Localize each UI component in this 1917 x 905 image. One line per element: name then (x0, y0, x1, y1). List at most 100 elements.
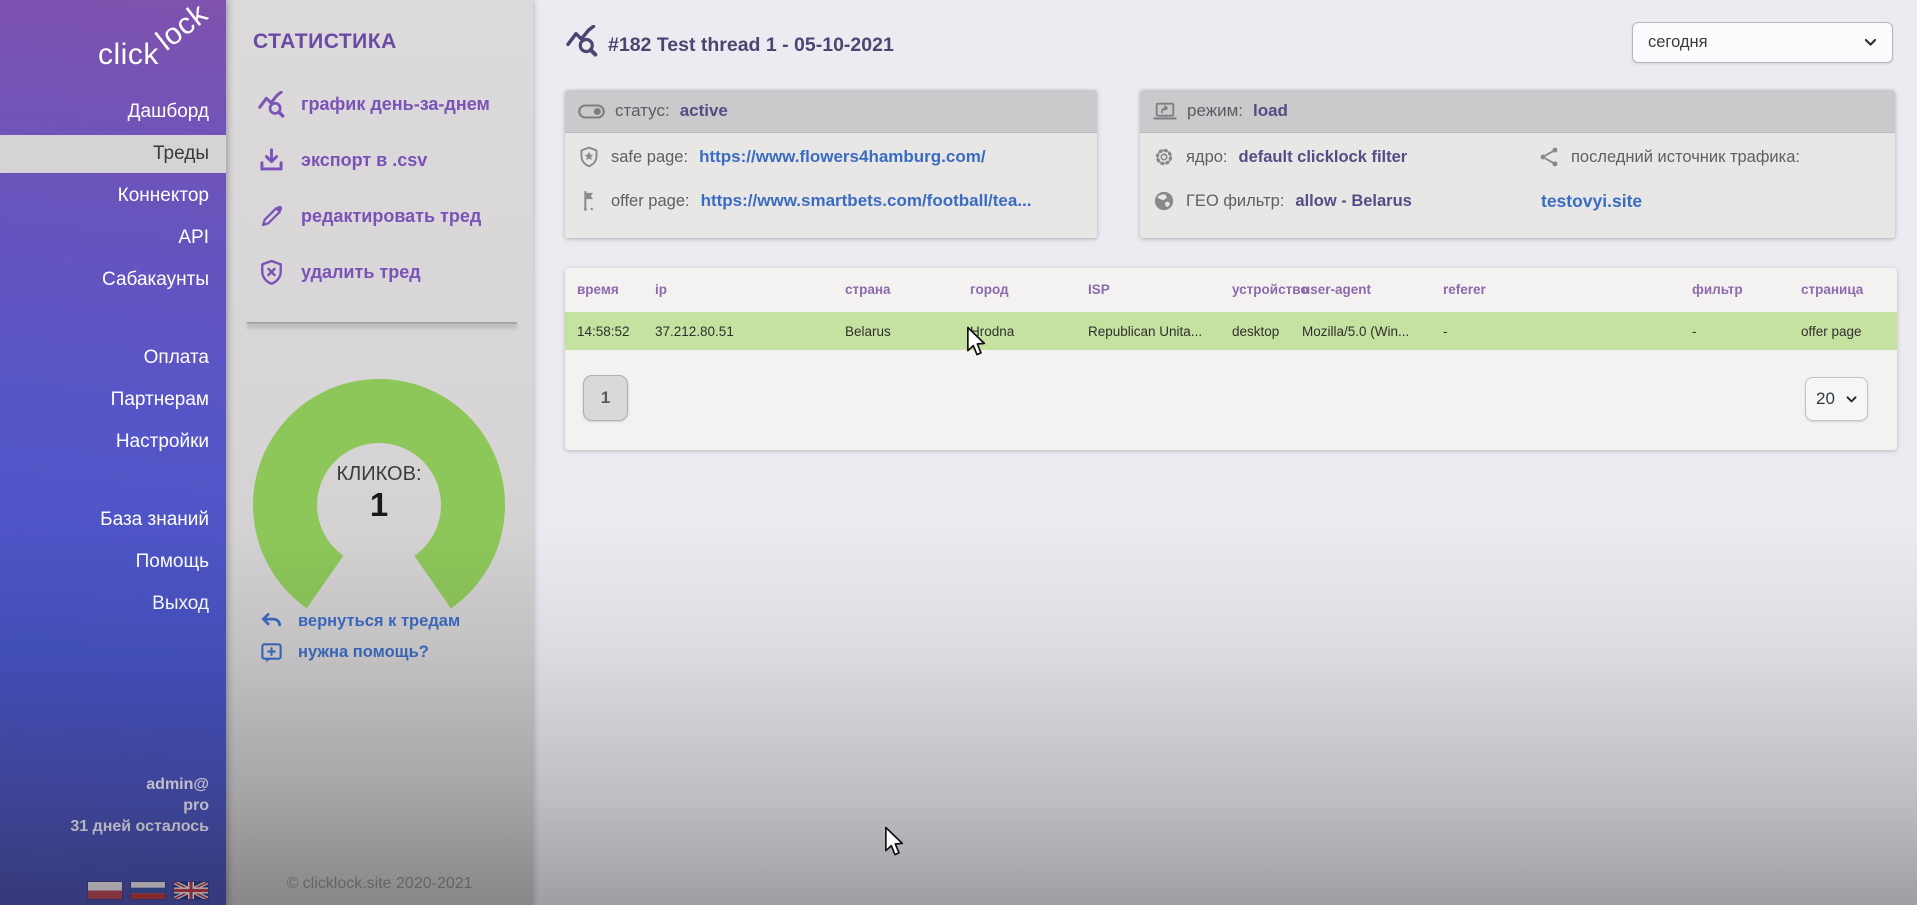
globe-icon (1153, 190, 1175, 212)
account-plan: pro (70, 795, 209, 816)
table-row[interactable]: 14:58:52 37.212.80.51 Belarus Hrodna Rep… (565, 312, 1897, 350)
status-row-link[interactable]: https://www.smartbets.com/football/tea..… (701, 191, 1032, 211)
table-column-header: город (970, 282, 1088, 297)
toggle-icon (578, 104, 605, 119)
sidebar-item[interactable]: Оплата (0, 337, 226, 379)
language-flag[interactable] (174, 882, 208, 899)
page-size-value: 20 (1816, 389, 1835, 409)
status-row-label: safe page: (611, 148, 688, 167)
traffic-source-row: последний источник трафика: (1538, 135, 1800, 179)
table-cell: Belarus (845, 324, 970, 339)
pagination-page-button[interactable]: 1 (583, 375, 628, 421)
traffic-source-link[interactable]: testovyi.site (1541, 191, 1642, 212)
clicks-gauge: КЛИКОВ: 1 (249, 375, 509, 635)
statistics-title: СТАТИСТИКА (253, 30, 397, 54)
mode-row-label: ГЕО фильтр: (1186, 192, 1284, 211)
mode-row-value: default clicklock filter (1239, 148, 1408, 167)
statistics-menu-item[interactable]: экспорт в .csv (258, 145, 490, 175)
sidebar-item[interactable]: Партнерам (0, 379, 226, 421)
date-range-value: сегодня (1648, 33, 1708, 52)
logo-text-click: click (98, 38, 159, 72)
statistics-link-label: нужна помощь? (298, 643, 429, 662)
statistics-menu-item[interactable]: график день-за-днем (258, 89, 490, 119)
date-range-select[interactable]: сегодня (1632, 22, 1893, 63)
table-cell: Republican Unita... (1088, 324, 1232, 339)
table-column-header: время (577, 282, 655, 297)
statistics-menu-item[interactable]: удалить тред (258, 257, 490, 287)
sidebar: click lock Дашборд Треды Коннектор API (0, 0, 226, 905)
mode-row-value: allow - Belarus (1295, 192, 1411, 211)
laptop-share-icon (1153, 101, 1177, 122)
language-flag[interactable] (131, 882, 165, 899)
sidebar-item[interactable]: Выход (0, 583, 226, 625)
sidebar-item-label: Дашборд (128, 101, 209, 122)
help-plus-icon (260, 641, 283, 664)
chart-zoom-icon (564, 25, 600, 57)
page-size-select[interactable]: 20 (1805, 377, 1868, 421)
table-column-header: страница (1801, 282, 1897, 297)
mode-value: load (1253, 101, 1288, 121)
gauge-text: КЛИКОВ: 1 (249, 461, 509, 523)
sidebar-item-label: API (178, 227, 209, 248)
table-column-header: ISP (1088, 282, 1232, 297)
sidebar-item-label: Оплата (144, 347, 209, 368)
gear-icon (1153, 146, 1175, 168)
statistics-menu-item[interactable]: редактировать тред (258, 201, 490, 231)
account-days-left: 31 дней осталось (70, 816, 209, 837)
sidebar-item[interactable]: Треды (0, 135, 226, 173)
gauge-label: КЛИКОВ: (249, 461, 509, 487)
table-cell: offer page (1801, 324, 1897, 339)
status-panel-header: статус: active (565, 90, 1097, 133)
chevron-down-icon (1862, 34, 1879, 51)
table-cell: Hrodna (970, 324, 1088, 339)
traffic-source-link-row: testovyi.site (1538, 179, 1800, 223)
language-switcher (88, 882, 208, 899)
status-panel-body: safe page: https://www.flowers4hamburg.c… (565, 133, 1097, 223)
statistics-menu-item-label: график день-за-днем (301, 94, 490, 115)
statistics-link-label: вернуться к тредам (298, 612, 460, 631)
cursor-icon (884, 826, 906, 858)
mode-panel-body: ядро: default clicklock filter ГЕО фильт… (1140, 133, 1895, 223)
sidebar-item[interactable]: База знаний (0, 499, 226, 541)
sidebar-item-label: Коннектор (118, 185, 209, 206)
sidebar-item[interactable]: Сабакаунты (0, 259, 226, 301)
statistics-link[interactable]: вернуться к тредам (260, 606, 460, 637)
sidebar-item[interactable]: Дашборд (0, 91, 226, 133)
logo-text-lock: lock (150, 0, 215, 58)
shield-star-icon (578, 146, 600, 168)
shield-x-icon (258, 259, 285, 286)
statistics-link[interactable]: нужна помощь? (260, 637, 460, 668)
share-icon (1538, 146, 1560, 168)
mode-panel: режим: load ядро: default clicklock filt… (1140, 90, 1895, 238)
account-info: admin@ pro 31 дней осталось (70, 774, 209, 837)
statistics-menu-item-label: экспорт в .csv (301, 150, 427, 171)
statistics-sidebar: СТАТИСТИКА график день-за-днем экспорт в… (226, 0, 533, 905)
sidebar-item[interactable]: Коннектор (0, 175, 226, 217)
status-row-label: offer page: (611, 192, 690, 211)
sidebar-item-label: Помощь (136, 551, 209, 572)
copyright-footer: © clicklock.site 2020-2021 (226, 875, 533, 893)
sidebar-item[interactable]: Помощь (0, 541, 226, 583)
sidebar-item-label: Партнерам (111, 389, 209, 410)
sidebar-item-label: База знаний (100, 509, 209, 530)
table-cell: desktop (1232, 324, 1302, 339)
mode-row-label: ядро: (1186, 148, 1228, 167)
undo-icon (260, 610, 283, 633)
status-label: статус: (615, 101, 670, 121)
gauge-value: 1 (249, 487, 509, 523)
statistics-menu-item-label: редактировать тред (301, 206, 481, 227)
divider (247, 322, 517, 324)
status-row: safe page: https://www.flowers4hamburg.c… (578, 135, 1084, 179)
status-row-link[interactable]: https://www.flowers4hamburg.com/ (699, 147, 986, 167)
table-cell: 14:58:52 (577, 324, 655, 339)
mode-panel-header: режим: load (1140, 90, 1895, 133)
sidebar-item-label: Выход (152, 593, 209, 614)
statistics-links: вернуться к тредам нужна помощь? (260, 606, 460, 668)
sidebar-item[interactable]: API (0, 217, 226, 259)
clicklock-logo[interactable]: click lock (98, 22, 228, 82)
language-flag[interactable] (88, 882, 122, 899)
sidebar-item[interactable]: Настройки (0, 421, 226, 463)
sidebar-menu: Дашборд Треды Коннектор API Сабакаунты (0, 91, 226, 625)
table-cell: 37.212.80.51 (655, 324, 845, 339)
chart-zoom-icon (258, 91, 285, 118)
